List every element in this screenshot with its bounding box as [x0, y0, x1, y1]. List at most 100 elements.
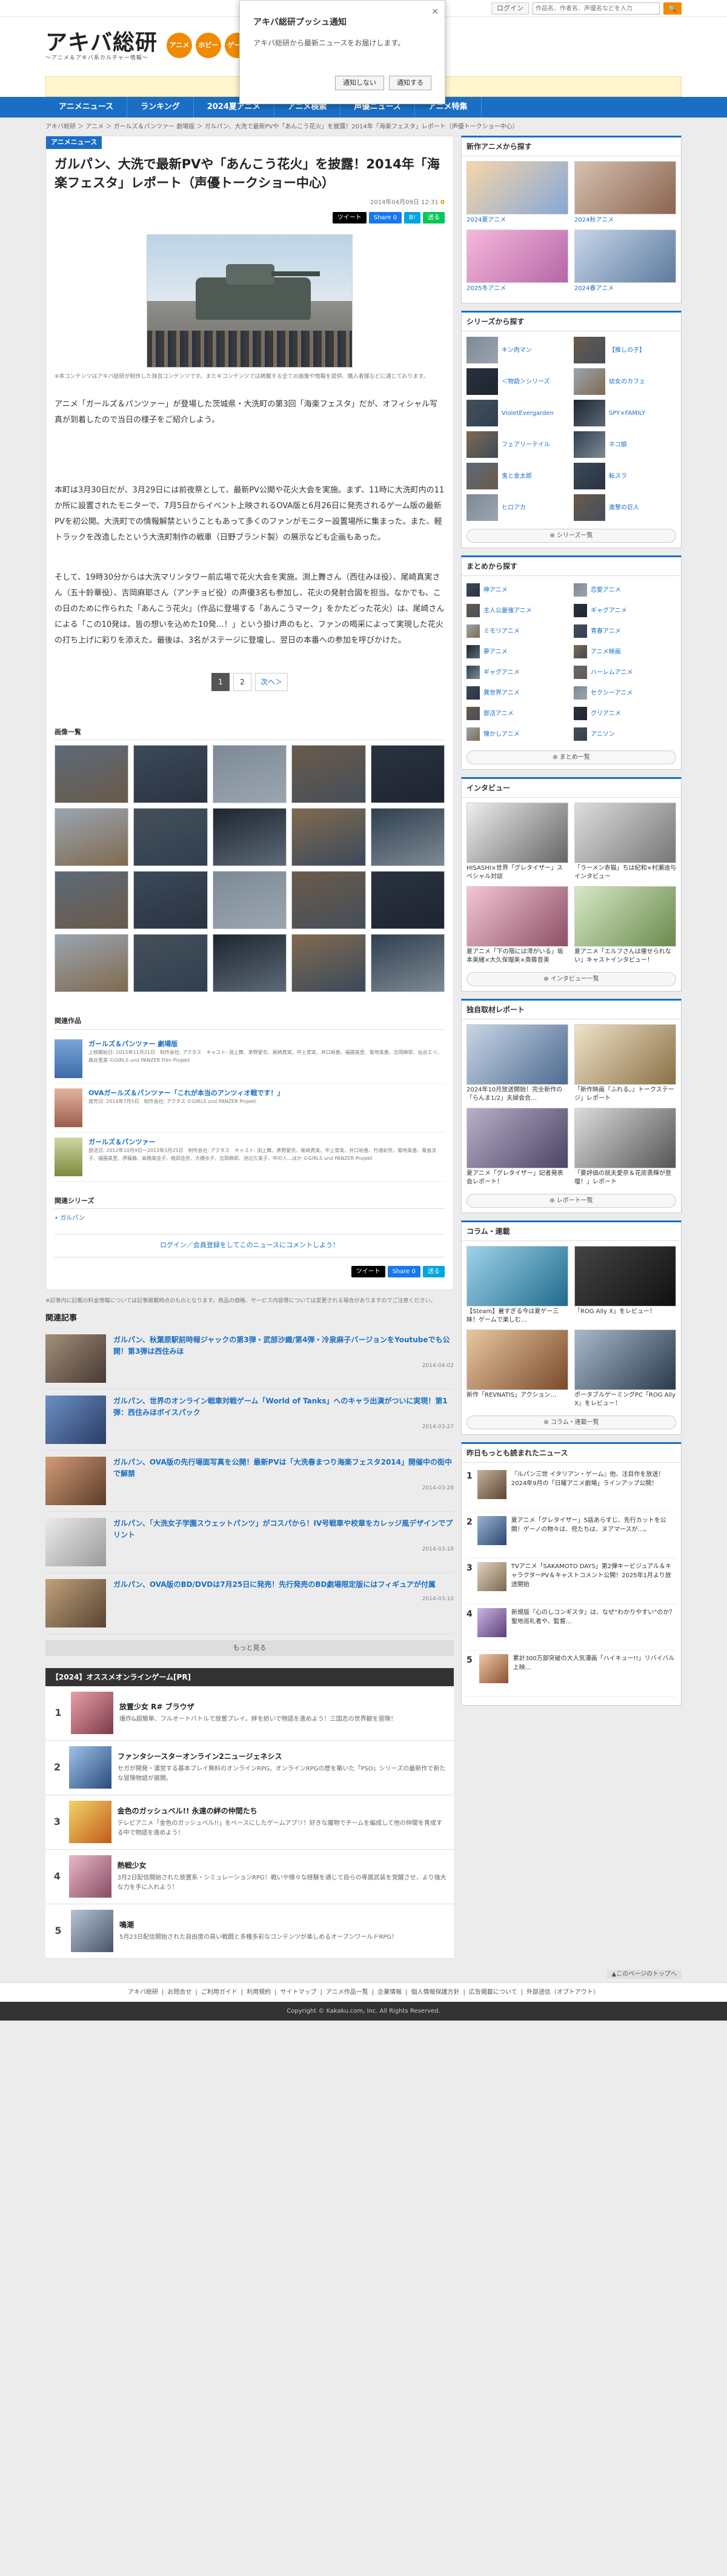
interview-item[interactable]: HISASHI×世界「グレタイザー」スペシャル対談: [466, 803, 568, 881]
matome-thumbnail[interactable]: [466, 707, 480, 720]
matome-item[interactable]: セクシーアニメ: [574, 684, 676, 702]
matome-thumbnail[interactable]: [466, 686, 480, 700]
gallery-thumbnail[interactable]: [212, 745, 287, 804]
facebook-share-button[interactable]: Share 0: [368, 211, 402, 223]
comment-login-link[interactable]: ログイン／会員登録をしてこのニュースにコメントしよう！: [55, 1234, 445, 1257]
page-top-link[interactable]: ▲このページのトップへ: [45, 1969, 682, 1979]
footer-link[interactable]: アキバ総研: [128, 1989, 158, 1996]
footer-link[interactable]: 外部送信（オプトアウト）: [526, 1989, 599, 1996]
report-image[interactable]: [466, 1108, 568, 1168]
matome-thumbnail[interactable]: [574, 604, 587, 617]
game-title[interactable]: 鳴潮: [119, 1919, 397, 1930]
series-name[interactable]: ガルパン: [60, 1215, 85, 1222]
footer-link[interactable]: ご利用ガイド: [201, 1989, 237, 1996]
matome-thumbnail[interactable]: [574, 645, 587, 658]
series-thumbnail[interactable]: [466, 463, 498, 489]
series-label[interactable]: 進撃の巨人: [609, 504, 639, 512]
column-image[interactable]: [466, 1329, 568, 1390]
game-title[interactable]: ファンタシースターオンライン2ニュージェネシス: [118, 1751, 448, 1762]
matome-item[interactable]: 夢アニメ: [466, 643, 569, 661]
column-label[interactable]: 「ROG Ally X」をレビュー！: [574, 1308, 676, 1316]
interview-item[interactable]: 夏アニメ「エルフさんは痩せられない」キャストインタビュー！: [574, 886, 676, 965]
footer-link[interactable]: 企業情報: [377, 1989, 402, 1996]
gallery-thumbnail[interactable]: [370, 871, 445, 930]
footer-link[interactable]: アニメ作品一覧: [326, 1989, 368, 1996]
series-label[interactable]: ＜物語＞シリーズ: [502, 378, 550, 386]
matome-thumbnail[interactable]: [574, 624, 587, 638]
series-label[interactable]: 幼女のカフェ: [609, 378, 645, 386]
game-thumbnail[interactable]: [68, 1855, 111, 1898]
interview-item[interactable]: 「ラーメン赤猫」ちは紀和×村瀬迪与インタビュー: [574, 803, 676, 881]
work-title[interactable]: ガールズ＆パンツァー 劇場版: [88, 1039, 445, 1050]
matome-item[interactable]: 神アニメ: [466, 581, 569, 599]
matome-item[interactable]: アニメ映画: [574, 643, 676, 661]
interview-image[interactable]: [574, 886, 676, 947]
game-title[interactable]: 金色のガッシュベル!! 永遠の絆の仲間たち: [118, 1806, 448, 1816]
interview-label[interactable]: 「ラーメン赤猫」ちは紀和×村瀬迪与インタビュー: [574, 864, 676, 881]
related-thumbnail[interactable]: [45, 1456, 106, 1505]
category-label[interactable]: アニメニュース: [46, 136, 102, 149]
game-thumbnail[interactable]: [69, 1746, 111, 1789]
gallery-thumbnail[interactable]: [212, 871, 287, 930]
matome-item[interactable]: 青春アニメ: [574, 622, 676, 640]
work-title[interactable]: OVAガールズ＆パンツァー「これが本当のアンツィオ戦です！」: [88, 1088, 284, 1099]
season-image[interactable]: [574, 161, 676, 214]
interview-label[interactable]: HISASHI×世界「グレタイザー」スペシャル対談: [466, 864, 568, 881]
line-button[interactable]: 送る: [423, 1265, 445, 1277]
series-thumbnail[interactable]: [574, 368, 605, 395]
matome-thumbnail[interactable]: [574, 707, 587, 720]
popular-text[interactable]: 夏アニメ「グレタイザー」5話あらすじ、先行カットを公開！ゲーノの物々は、兜たちは…: [511, 1516, 676, 1534]
matome-label[interactable]: 夢アニメ: [483, 647, 508, 657]
series-thumbnail[interactable]: [574, 463, 605, 489]
related-work-item[interactable]: OVAガールズ＆パンツァー「これが本当のアンツィオ戦です！」 発売日: 2014年…: [55, 1084, 445, 1133]
matome-item[interactable]: 恋愛アニメ: [574, 581, 676, 599]
game-title[interactable]: 放置少女 R# ブラウザ: [119, 1701, 397, 1712]
category-anime[interactable]: アニメ: [167, 33, 192, 58]
series-thumbnail[interactable]: [466, 400, 498, 426]
column-label[interactable]: 新作「REVNATIS」アクション…: [466, 1391, 568, 1400]
series-item[interactable]: SPY×FAMILY: [574, 399, 676, 427]
popular-text[interactable]: TVアニメ「SAKAMOTO DAYS」第2弾キービジュアル＆キャラクターPV＆…: [511, 1562, 676, 1589]
popular-item[interactable]: 3 TVアニメ「SAKAMOTO DAYS」第2弾キービジュアル＆キャラクターPV…: [466, 1558, 676, 1604]
related-work-item[interactable]: ガールズ＆パンツァー 劇場版 上映開始日: 2015年11月21日 制作会社: ア…: [55, 1035, 445, 1084]
related-article[interactable]: ガルパン、秋葉原駅前時報ジャックの第3弾・武部沙織/第4弾・冷泉麻子バージョンを…: [45, 1328, 454, 1389]
matome-label[interactable]: 神アニメ: [483, 586, 508, 595]
interview-item[interactable]: 夏アニメ「下の階には澪がいる」坂本美緒×大久保瑠美×斎藤音美: [466, 886, 568, 965]
game-ranking-item[interactable]: 4 熱戦少女 3月2日配信開始された放置系・シミュレーションRPG！戦いや様々な経験…: [45, 1849, 454, 1904]
season-label[interactable]: 2024夏アニメ: [466, 216, 568, 225]
matome-item[interactable]: 懐かしアニメ: [466, 725, 569, 743]
login-link[interactable]: ログイン: [491, 2, 529, 15]
series-label[interactable]: ネコ娘: [609, 441, 627, 449]
page-2[interactable]: 2: [233, 672, 251, 691]
series-label[interactable]: 転スラ: [609, 472, 627, 480]
gallery-thumbnail[interactable]: [291, 745, 366, 804]
series-label[interactable]: VioletEvergarden: [502, 409, 554, 417]
series-thumbnail[interactable]: [574, 400, 605, 426]
series-label[interactable]: SPY×FAMILY: [609, 409, 645, 417]
gallery-thumbnail[interactable]: [55, 745, 129, 804]
page-top-label[interactable]: ▲このページのトップへ: [606, 1969, 682, 1979]
column-image[interactable]: [574, 1329, 676, 1390]
matome-label[interactable]: 青春アニメ: [591, 627, 621, 636]
season-label[interactable]: 2024春アニメ: [574, 284, 676, 293]
column-image[interactable]: [574, 1246, 676, 1306]
season-image[interactable]: [574, 230, 676, 283]
game-title[interactable]: 熱戦少女: [118, 1860, 448, 1871]
matome-item[interactable]: ギャグアニメ: [574, 601, 676, 620]
matome-label[interactable]: 主人公最強アニメ: [483, 606, 532, 615]
hatena-button[interactable]: B!: [404, 211, 420, 223]
tweet-button[interactable]: ツイート: [332, 211, 367, 223]
game-thumbnail[interactable]: [71, 1692, 113, 1735]
game-thumbnail[interactable]: [68, 1801, 111, 1844]
next-page-link[interactable]: 次へ＞: [254, 672, 288, 691]
matome-label[interactable]: ギャグアニメ: [591, 606, 627, 615]
related-thumbnail[interactable]: [45, 1334, 106, 1383]
popular-item[interactable]: 1 『ルパン三世 イタリアン・ゲーム』他、注目作を放送！2024年9月の「日曜アニ…: [466, 1466, 676, 1512]
matome-item[interactable]: 主人公最強アニメ: [466, 601, 569, 620]
series-thumbnail[interactable]: [574, 431, 605, 458]
interview-image[interactable]: [466, 886, 568, 947]
matome-label[interactable]: アニメ映画: [591, 647, 621, 657]
game-ranking-item[interactable]: 2 ファンタシースターオンライン2ニュージェネシス セガが開発・運営する基本プレイ無…: [45, 1740, 454, 1795]
popular-item[interactable]: 5 累計300万部突破の大人気漫画「ハイキュー!!」リバイバル上映…: [466, 1651, 676, 1697]
related-title[interactable]: ガルパン、OVA版の先行場面写真を公開！最新PVは「大洗春まつり海楽フェスタ20…: [113, 1457, 454, 1480]
